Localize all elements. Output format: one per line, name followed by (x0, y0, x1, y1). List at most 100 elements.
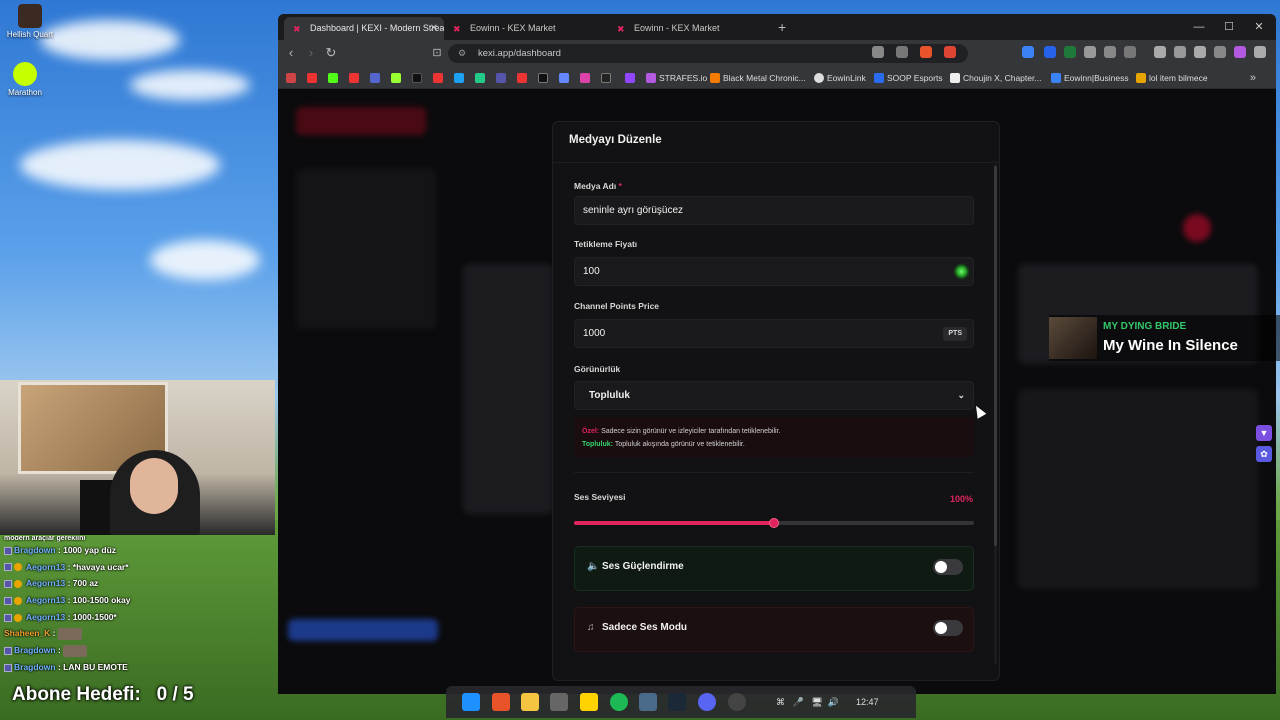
input-value: seninle ayrı görüşücez (583, 205, 684, 216)
chat-text: : 700 az (67, 578, 99, 589)
bookmark-strafes[interactable]: STRAFES.io (646, 67, 707, 89)
close-tab-icon[interactable]: ✕ (430, 17, 438, 40)
url-field[interactable]: ⚙ kexi.app/dashboard (448, 44, 968, 63)
scrollbar-thumb[interactable] (994, 166, 997, 546)
kick-icon[interactable] (328, 73, 338, 83)
app-icon[interactable] (550, 693, 568, 711)
instagram-icon[interactable] (580, 73, 590, 83)
side-extension-icon[interactable]: ▼ (1256, 425, 1272, 441)
share-icon[interactable] (896, 46, 908, 58)
youtube-icon[interactable] (349, 73, 359, 83)
tray-icons[interactable]: ⌘ 🎤 🖥 🔊 (776, 686, 839, 718)
steam-icon[interactable] (668, 693, 686, 711)
twitch-icon[interactable] (625, 73, 635, 83)
marathon-icon (13, 62, 37, 86)
bookmark-icon[interactable] (454, 73, 464, 83)
chat-text: : 100-1500 okay (67, 595, 131, 606)
menu-icon[interactable] (1254, 46, 1266, 58)
bookmark-icon[interactable] (475, 73, 485, 83)
app-icon[interactable] (639, 693, 657, 711)
bookmark-soop[interactable]: SOOP Esports (874, 67, 943, 89)
sticky-notes-icon[interactable] (580, 693, 598, 711)
chat-line: Bragdown : LAN BU EMOTE (0, 659, 275, 676)
bookmark-icon[interactable] (601, 73, 611, 83)
extension-icon[interactable] (1022, 46, 1034, 58)
bookmark-icon[interactable] (286, 73, 296, 83)
media-name-input[interactable]: seninle ayrı görüşücez (574, 196, 974, 225)
bookmark-eowinlink[interactable]: EowinLink (814, 67, 866, 89)
modal-title: Medyayı Düzenle (569, 134, 662, 146)
bookmark-black-metal[interactable]: Black Metal Chronic... (710, 67, 806, 89)
wallet-icon[interactable] (1174, 46, 1186, 58)
bookmark-icon[interactable] (433, 73, 443, 83)
sidebar-icon[interactable] (1154, 46, 1166, 58)
emote-icon (57, 628, 82, 641)
file-explorer-icon[interactable] (521, 693, 539, 711)
bookmark-label: Eowinn|Business (1064, 73, 1129, 83)
vpn-icon[interactable] (1214, 46, 1226, 58)
leo-ai-icon[interactable] (1194, 46, 1206, 58)
back-icon[interactable]: ‹ (282, 44, 300, 62)
x-icon[interactable] (538, 73, 548, 83)
extension-icon[interactable] (1044, 46, 1056, 58)
bookmark-choujin[interactable]: Choujin X, Chapter... (950, 67, 1041, 89)
tab-dashboard[interactable]: ✖ Dashboard | KEXI - Modern Strea ✕ (284, 17, 444, 40)
bookmark-eowinn-business[interactable]: Eowinn|Business (1051, 67, 1129, 89)
extension-icon[interactable] (1084, 46, 1096, 58)
volume-slider[interactable] (574, 518, 974, 528)
chat-text: : (57, 645, 61, 656)
windows-start-icon[interactable] (462, 693, 480, 711)
desktop-icon-marathon[interactable]: Marathon (0, 62, 55, 97)
chevron-right-icon[interactable]: » (1250, 67, 1256, 89)
desktop-icon-hellish-quart[interactable]: Hellish Quart (0, 4, 60, 39)
badge-icon (4, 663, 12, 672)
clock[interactable]: 12:47 (856, 686, 879, 718)
bookmark-icon[interactable] (496, 73, 506, 83)
tab-kex-market-1[interactable]: ✖ Eowinn - KEX Market (444, 17, 604, 40)
chat-user: Bragdown (14, 545, 56, 555)
chat-text: : 1000 yap düz (57, 545, 117, 555)
blurred-card (1018, 389, 1258, 589)
brave-shield-icon[interactable] (920, 46, 932, 58)
brave-rewards-icon[interactable] (944, 46, 956, 58)
tab-kex-market-2[interactable]: ✖ Eowinn - KEX Market (608, 17, 768, 40)
spotify-icon[interactable] (610, 693, 628, 711)
maximize-icon[interactable]: ☐ (1214, 14, 1244, 40)
visibility-info: Özel: Sadece sizin görünür ve izleyicile… (574, 417, 974, 457)
audio-boost-toggle[interactable] (933, 559, 963, 575)
mouse-cursor-icon (971, 403, 987, 419)
bookmark-icon[interactable] (391, 73, 401, 83)
brave-browser-icon[interactable] (492, 693, 510, 711)
youtube-icon[interactable] (307, 73, 317, 83)
obs-icon[interactable] (728, 693, 746, 711)
extensions-puzzle-icon[interactable] (1104, 46, 1116, 58)
forward-icon[interactable]: › (302, 44, 320, 62)
new-tab-icon[interactable]: + (778, 17, 786, 37)
bookmark-icon[interactable]: ⊡ (428, 44, 446, 62)
minimize-icon[interactable]: — (1184, 14, 1214, 40)
blurred-logo (296, 107, 426, 135)
tiktok-icon[interactable] (412, 73, 422, 83)
chat-line: Shaheen_K : (0, 625, 275, 642)
badge-icon (4, 546, 12, 555)
discord-icon[interactable] (698, 693, 716, 711)
translate-icon[interactable] (872, 46, 884, 58)
extension-icon[interactable] (1124, 46, 1136, 58)
bookmark-icon[interactable] (370, 73, 380, 83)
close-window-icon[interactable]: ✕ (1244, 14, 1274, 40)
audio-only-toggle[interactable] (933, 620, 963, 636)
info-key: Topluluk: (582, 441, 613, 448)
bookmark-lol-item[interactable]: lol item bilmece (1136, 67, 1208, 89)
volume-slider-knob[interactable] (769, 518, 779, 528)
visibility-select[interactable]: Topluluk ⌄ (574, 381, 974, 410)
reload-icon[interactable]: ↻ (322, 44, 340, 62)
side-extension-icon[interactable]: ✿ (1256, 446, 1272, 462)
bookmark-icon[interactable] (559, 73, 569, 83)
info-community: Topluluk: Topluluk akışında görünür ve t… (582, 438, 966, 451)
trigger-price-input[interactable]: 100 (574, 257, 974, 286)
blurred-sidebar (296, 169, 436, 329)
profile-icon[interactable] (1234, 46, 1246, 58)
youtube-icon[interactable] (517, 73, 527, 83)
channel-points-input[interactable]: 1000 PTS (574, 319, 974, 348)
extension-icon[interactable] (1064, 46, 1076, 58)
